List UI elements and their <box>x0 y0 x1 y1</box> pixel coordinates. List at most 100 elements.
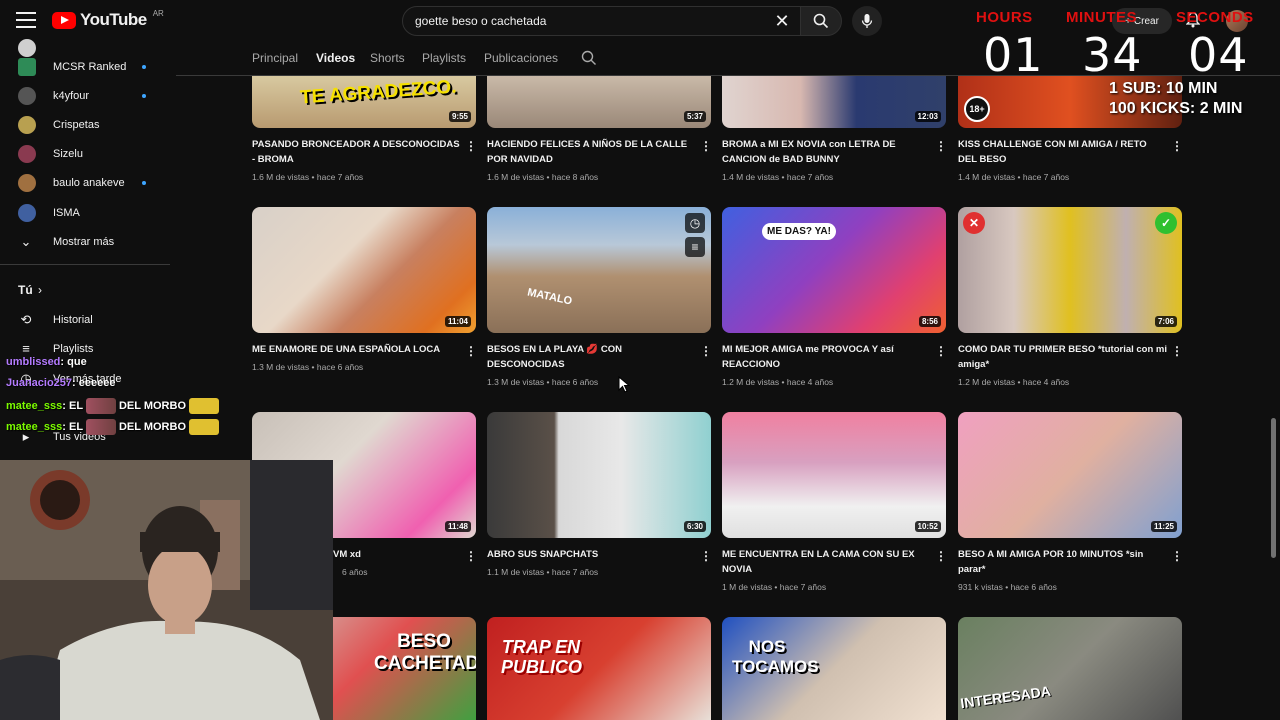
video-meta: 1.2 M de vistas • hace 4 años <box>958 377 1070 387</box>
video-meta: 1.2 M de vistas • hace 4 años <box>722 377 834 387</box>
chat-username: matee_sss <box>6 399 63 412</box>
more-options-icon[interactable]: ⋮ <box>700 140 712 152</box>
video-title[interactable]: BESOS EN LA PLAYA 💋 CON DESCONOCIDAS <box>487 342 697 372</box>
chat-text-tail: DEL MORBO <box>118 420 187 433</box>
tab-shorts[interactable]: Shorts <box>370 51 405 65</box>
more-options-icon[interactable]: ⋮ <box>935 345 947 357</box>
video-thumbnail[interactable]: TE AGRADEZCO. 9:55 <box>252 76 476 128</box>
more-options-icon[interactable]: ⋮ <box>700 550 712 562</box>
sidebar-item-isma[interactable]: ISMA <box>0 198 170 227</box>
more-options-icon[interactable]: ⋮ <box>935 550 947 562</box>
youtube-play-icon <box>52 11 76 29</box>
tab-videos[interactable]: Videos <box>316 51 355 65</box>
tab-playlists[interactable]: Playlists <box>422 51 466 65</box>
more-options-icon[interactable]: ⋮ <box>700 345 712 357</box>
channel-avatar <box>18 115 36 134</box>
video-thumbnail[interactable]: 11:04 <box>252 207 476 333</box>
video-thumbnail[interactable]: TRAP EN PUBLICO <box>487 617 711 720</box>
voice-search-button[interactable] <box>852 6 882 36</box>
sidebar-item-label: ISMA <box>53 206 80 219</box>
thumbnail-overlay-text: TE AGRADEZCO. <box>299 76 458 109</box>
video-thumbnail[interactable]: NOS TOCAMOS <box>722 617 946 720</box>
emote-icon <box>85 398 116 414</box>
timer-minutes: 34 <box>1082 28 1143 82</box>
sidebar-item-sizelu[interactable]: Sizelu <box>0 139 170 168</box>
video-thumbnail[interactable]: MATALO ◷ ≡ <box>487 207 711 333</box>
clear-search-icon[interactable]: ✕ <box>772 11 792 31</box>
sidebar-item-label: Sizelu <box>53 147 83 160</box>
video-thumbnail[interactable]: 6:30 <box>487 412 711 538</box>
search-input[interactable]: goette beso o cachetada <box>402 6 802 36</box>
search-query: goette beso o cachetada <box>415 14 547 28</box>
duration-badge: 8:56 <box>918 316 941 327</box>
timer-note-sub: 1 SUB: 10 MIN <box>1109 80 1218 97</box>
add-to-queue-icon[interactable]: ≡ <box>685 237 705 257</box>
tab-principal[interactable]: Principal <box>252 51 298 65</box>
video-title[interactable]: PASANDO BRONCEADOR A DESCONOCIDAS - BROM… <box>252 137 462 167</box>
video-thumbnail[interactable]: ✕ ✓ 7:06 <box>958 207 1182 333</box>
youtube-logo[interactable]: YouTube AR <box>52 9 164 30</box>
chat-text: : eeeeee <box>72 377 116 389</box>
more-options-icon[interactable]: ⋮ <box>1171 550 1183 562</box>
duration-badge: 11:04 <box>444 316 471 327</box>
video-thumbnail[interactable]: 10:52 <box>722 412 946 538</box>
x-mark-icon: ✕ <box>963 212 985 234</box>
chat-text: : EL <box>62 420 83 433</box>
search-button[interactable] <box>800 6 842 36</box>
more-options-icon[interactable]: ⋮ <box>465 550 477 562</box>
sidebar-item-k4yfour[interactable]: k4yfour <box>0 81 170 110</box>
more-options-icon[interactable]: ⋮ <box>935 140 947 152</box>
more-options-icon[interactable]: ⋮ <box>1171 345 1183 357</box>
sidebar-item-label: baulo anakeve <box>53 176 125 189</box>
video-title[interactable]: MI MEJOR AMIGA me PROVOCA Y así REACCION… <box>722 342 932 372</box>
timer-seconds-label: SECONDS <box>1176 9 1254 26</box>
sidebar-item-baulo-anakeve[interactable]: baulo anakeve <box>0 168 170 197</box>
video-thumbnail[interactable]: 5:37 <box>487 76 711 128</box>
chat-message: matee_sss: EL DEL MORBO <box>6 419 220 435</box>
new-content-dot <box>142 64 146 69</box>
video-title[interactable]: ME ENCUENTRA EN LA CAMA CON SU EX NOVIA <box>722 547 932 577</box>
timer-hours-label: HOURS <box>976 9 1033 26</box>
chat-username: matee_sss <box>6 420 63 433</box>
video-title[interactable]: KISS CHALLENGE CON MI AMIGA / RETO DEL B… <box>958 137 1168 167</box>
more-options-icon[interactable]: ⋮ <box>465 140 477 152</box>
tab-publicaciones[interactable]: Publicaciones <box>484 51 558 65</box>
more-options-icon[interactable]: ⋮ <box>1171 140 1183 152</box>
watch-later-icon[interactable]: ◷ <box>685 213 705 233</box>
video-meta: 1.4 M de vistas • hace 7 años <box>958 172 1070 182</box>
video-title[interactable]: HACIENDO FELICES A NIÑOS DE LA CALLE POR… <box>487 137 697 167</box>
chat-message: matee_sss: EL DEL MORBO <box>6 398 220 414</box>
page-scrollbar[interactable] <box>1271 418 1276 558</box>
sidebar-show-more[interactable]: ⌄ Mostrar más <box>0 227 170 256</box>
duration-badge: 11:25 <box>1150 521 1177 532</box>
youtube-channel-page: YouTube AR goette beso o cachetada ✕ + C… <box>0 0 1280 720</box>
video-title[interactable]: ME ENAMORE DE UNA ESPAÑOLA LOCA <box>252 342 462 357</box>
timer-seconds: 04 <box>1188 28 1249 82</box>
thumbnail-overlay-text: MATALO <box>526 286 574 308</box>
history-icon: ⟲ <box>20 311 32 327</box>
duration-badge: 11:48 <box>444 521 471 532</box>
sidebar-item-history[interactable]: ⟲ Historial <box>0 305 170 334</box>
timer-note-kicks: 100 KICKS: 2 MIN <box>1109 100 1243 117</box>
video-title[interactable]: ABRO SUS SNAPCHATS <box>487 547 697 562</box>
video-thumbnail[interactable]: ME DAS? YA! 8:56 <box>722 207 946 333</box>
video-title[interactable]: BROMA a MI EX NOVIA con LETRA DE CANCION… <box>722 137 932 167</box>
video-title[interactable]: COMO DAR TU PRIMER BESO *tutorial con mi… <box>958 342 1168 372</box>
new-content-dot <box>142 93 146 98</box>
video-meta: 1.6 M de vistas • hace 8 años <box>487 172 599 182</box>
stream-timer-overlay: HOURS MINUTES SECONDS 01 34 04 1 SUB: 10… <box>965 4 1265 122</box>
video-thumbnail[interactable]: 11:25 <box>958 412 1182 538</box>
hamburger-menu-icon[interactable] <box>16 12 36 28</box>
video-title[interactable]: BESO A MI AMIGA POR 10 MINUTOS *sin para… <box>958 547 1168 577</box>
channel-search-icon[interactable] <box>581 50 597 66</box>
video-thumbnail[interactable]: INTERESADA <box>958 617 1182 720</box>
video-thumbnail[interactable]: 12:03 <box>722 76 946 128</box>
more-options-icon[interactable]: ⋮ <box>465 345 477 357</box>
sidebar-you-section[interactable]: Tú › <box>0 275 170 304</box>
search-icon <box>813 13 829 29</box>
sidebar-item-mcsr-ranked[interactable]: MCSR Ranked <box>0 52 170 81</box>
new-content-dot <box>142 180 146 185</box>
chat-message: umblissed: que <box>6 356 87 368</box>
sidebar-item-crispetas[interactable]: Crispetas <box>0 110 170 139</box>
chat-message: Juanacio257: eeeeee <box>6 377 115 389</box>
